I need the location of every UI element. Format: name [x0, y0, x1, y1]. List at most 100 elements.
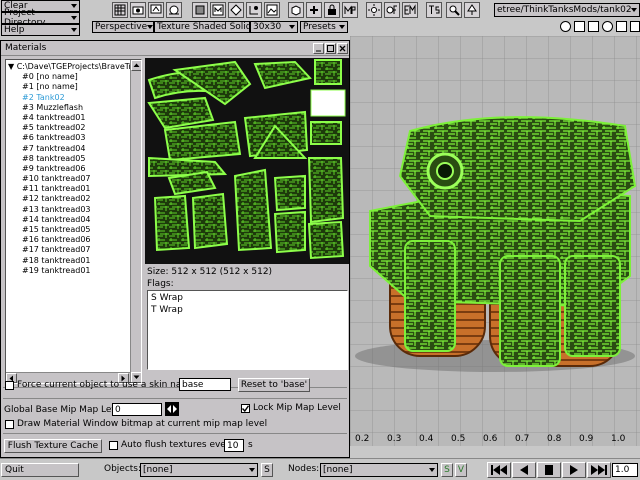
skin-name-input[interactable]: base [179, 378, 231, 391]
render-mode-dropdown[interactable]: Texture Shaded Solid [154, 21, 258, 33]
material-tree-item[interactable]: #13 tanktread03 [8, 205, 128, 215]
tree-root[interactable]: ▼ C:\Dave\TGEProjects\BraveTr [8, 62, 132, 72]
mip-level-stepper[interactable] [165, 402, 179, 416]
material-tree-item[interactable]: #11 tanktread01 [8, 184, 128, 194]
view-square-icon[interactable] [588, 21, 599, 32]
auto-flush-input[interactable]: 10 [224, 439, 244, 452]
reset-skin-button[interactable]: Reset to 'base' [238, 378, 310, 392]
chevron-down-icon [147, 25, 154, 29]
fast-forward-button[interactable] [587, 462, 611, 478]
plus-icon[interactable] [306, 2, 322, 18]
nodes-v-button[interactable]: V [455, 463, 467, 477]
flags-list[interactable]: S Wrap T Wrap [147, 290, 348, 370]
maximize-button[interactable] [325, 43, 336, 54]
force-skin-label: Force current object to use a skin named… [17, 380, 205, 390]
presets-dropdown[interactable]: Presets [300, 21, 348, 33]
material-tree-item[interactable]: #10 tanktread07 [8, 174, 128, 184]
sun-icon[interactable] [366, 2, 382, 18]
minimize-button[interactable] [313, 43, 324, 54]
materials-title-bar[interactable]: Materials [1, 41, 349, 56]
project-directory-dropdown[interactable]: Project Directory [1, 8, 80, 28]
tree-icon[interactable] [464, 2, 480, 18]
material-tree-item[interactable]: #4 tanktread01 [8, 113, 128, 123]
cube-icon[interactable] [288, 2, 304, 18]
view-zoom-icon[interactable] [616, 21, 627, 32]
ts-icon[interactable] [426, 2, 442, 18]
view-pan-icon[interactable] [630, 21, 640, 32]
timeline[interactable]: 0.2 0.3 0.4 0.5 0.6 0.7 0.8 0.9 1.0 [350, 434, 640, 446]
model-icon[interactable] [192, 2, 208, 18]
view-dropdown[interactable]: Perspective [92, 21, 154, 33]
objects-s-button[interactable]: S [261, 463, 273, 477]
close-button[interactable] [337, 43, 348, 54]
material-tree-item[interactable]: #16 tanktread06 [8, 235, 128, 245]
camera-icon[interactable] [130, 2, 146, 18]
em-icon[interactable] [402, 2, 418, 18]
flush-texture-cache-button[interactable]: Flush Texture Cache [4, 439, 102, 453]
md-icon[interactable] [210, 2, 226, 18]
shape-path-dropdown[interactable]: etree/ThinkTanksMods/tank02.dts [494, 3, 640, 17]
frame-input[interactable]: 1.0 [612, 463, 638, 477]
flag-item-s-wrap[interactable]: S Wrap [151, 293, 183, 303]
rewind-icon [491, 465, 507, 475]
nodes-dropdown[interactable]: [none] [320, 463, 438, 477]
force-skin-checkbox[interactable] [5, 381, 14, 390]
material-tree-item[interactable]: #0 [no name] [8, 72, 128, 82]
quit-button[interactable]: Quit [1, 463, 79, 477]
chevron-down-icon [249, 468, 255, 472]
help-dropdown[interactable]: Help [1, 24, 80, 36]
play-icon [570, 465, 578, 475]
material-tree[interactable]: ▼ C:\Dave\TGEProjects\BraveTr #0 [no nam… [5, 59, 142, 384]
timeline-tick: 0.6 [483, 434, 498, 444]
sphere-icon[interactable] [166, 2, 182, 18]
material-tree-item[interactable]: #17 tanktread07 [8, 245, 128, 255]
flag-item-t-wrap[interactable]: T Wrap [151, 305, 183, 315]
ls-icon[interactable] [246, 2, 262, 18]
mip-level-input[interactable]: 0 [112, 403, 162, 416]
rewind-button[interactable] [487, 462, 511, 478]
texture-preview [145, 58, 349, 264]
grid-icon[interactable] [112, 2, 128, 18]
flags-label: Flags: [147, 279, 174, 289]
material-tree-item[interactable]: #9 tanktread06 [8, 164, 128, 174]
lock-mip-checkbox[interactable] [241, 404, 250, 413]
cm-icon[interactable] [228, 2, 244, 18]
scroll-up-button[interactable] [131, 60, 141, 71]
play-button[interactable] [562, 462, 586, 478]
material-tree-item[interactable]: #7 tanktread04 [8, 144, 128, 154]
tree-root-label: C:\Dave\TGEProjects\BraveTr [16, 62, 132, 71]
nodes-s-button[interactable]: S [441, 463, 453, 477]
step-back-icon [520, 465, 528, 475]
viewport-3d[interactable]: 0.2 0.3 0.4 0.5 0.6 0.7 0.8 0.9 1.0 [350, 36, 640, 446]
material-tree-item[interactable]: #3 Muzzleflash [8, 103, 128, 113]
timeline-tick: 0.3 [387, 434, 402, 444]
lock-icon[interactable] [324, 2, 340, 18]
grid-size-dropdown[interactable]: 30x30 [250, 21, 298, 33]
of-icon[interactable] [384, 2, 400, 18]
objects-dropdown[interactable]: [none] [140, 463, 258, 477]
material-tree-item[interactable]: #5 tanktread02 [8, 123, 128, 133]
material-tree-item[interactable]: #12 tanktread02 [8, 194, 128, 204]
tree-scrollbar[interactable] [130, 60, 141, 383]
mp-icon[interactable] [342, 2, 358, 18]
material-tree-item[interactable]: #15 tanktread05 [8, 225, 128, 235]
draw-bitmap-checkbox[interactable] [5, 420, 14, 429]
auto-flush-checkbox[interactable] [109, 441, 118, 450]
paint-icon[interactable] [446, 2, 462, 18]
view-target-icon[interactable] [560, 21, 571, 32]
material-tree-item[interactable]: #6 tanktread03 [8, 133, 128, 143]
material-tree-item[interactable]: #1 [no name] [8, 82, 128, 92]
view-grid-icon[interactable] [574, 21, 585, 32]
image-icon[interactable] [264, 2, 280, 18]
screen-icon[interactable] [148, 2, 164, 18]
material-tree-item[interactable]: #18 tanktread01 [8, 256, 128, 266]
stop-button[interactable] [537, 462, 561, 478]
tree-expand-icon[interactable]: ▼ [8, 62, 17, 71]
material-tree-item[interactable]: #8 tanktread05 [8, 154, 128, 164]
view-orbit-icon[interactable] [602, 21, 613, 32]
material-tree-item[interactable]: #14 tanktread04 [8, 215, 128, 225]
timeline-tick: 0.4 [419, 434, 434, 444]
material-tree-item[interactable]: #2 Tank02 [8, 93, 128, 103]
step-back-button[interactable] [512, 462, 536, 478]
material-tree-item[interactable]: #19 tanktread01 [8, 266, 128, 276]
